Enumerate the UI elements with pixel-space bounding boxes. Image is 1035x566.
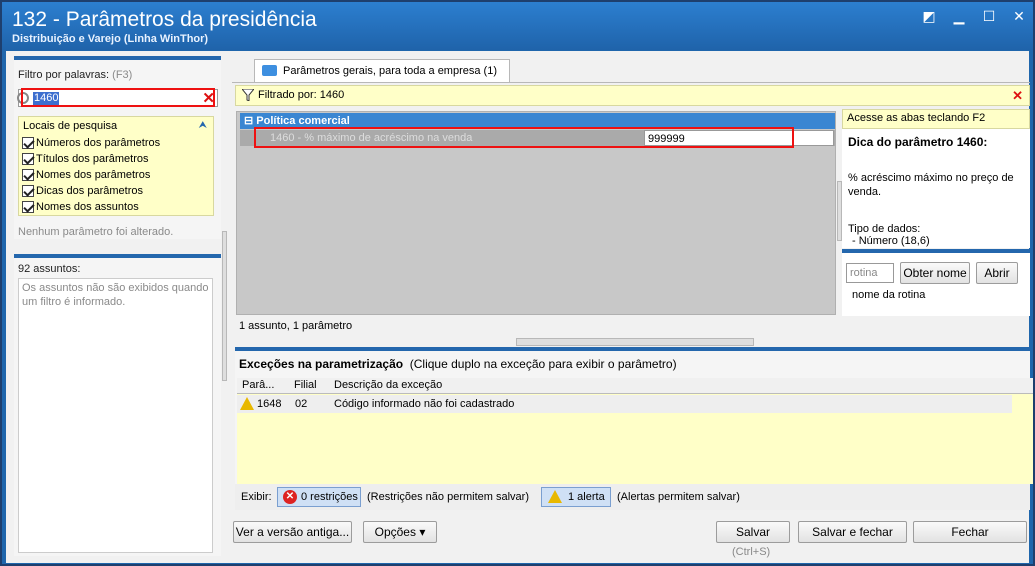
table-row[interactable]: 1648 02 Código informado não foi cadastr… bbox=[237, 395, 1012, 413]
exceptions-table: Parâ... Filial Descrição da exceção 1648… bbox=[237, 378, 1033, 484]
restrictions-badge[interactable]: ✕ 0 restrições bbox=[277, 487, 361, 507]
funnel-icon bbox=[242, 89, 254, 101]
show-bar: Exibir: ✕ 0 restrições (Restrições não p… bbox=[235, 484, 1030, 510]
warning-icon bbox=[548, 490, 562, 503]
get-name-button[interactable]: Obter nome bbox=[900, 262, 970, 284]
subjects-panel: 92 assuntos: Os assuntos não são exibido… bbox=[14, 254, 221, 556]
filter-bar: Filtrado por: 1460 ✕ bbox=[235, 85, 1030, 106]
folder-icon bbox=[262, 65, 277, 76]
subjects-list[interactable]: Os assuntos não são exibidos quando um f… bbox=[18, 278, 213, 553]
save-button[interactable]: Salvar bbox=[716, 521, 790, 543]
exceptions-panel: Exceções na parametrização (Clique duplo… bbox=[235, 347, 1033, 484]
collapse-group-icon[interactable]: ⊟ bbox=[244, 115, 253, 127]
client-area: Filtro por palavras: (F3) 1460 ✕ Locais … bbox=[6, 51, 1033, 563]
filter-panel: Filtro por palavras: (F3) 1460 ✕ Locais … bbox=[14, 56, 221, 239]
options-button[interactable]: Opções ▾ bbox=[363, 521, 437, 543]
param-row[interactable]: 1460 - % máximo de acréscimo na venda 99… bbox=[240, 130, 835, 146]
window-subtitle: Distribuição e Varejo (Linha WinThor) bbox=[12, 33, 209, 45]
checkbox-icon[interactable] bbox=[22, 137, 34, 149]
alerts-badge[interactable]: 1 alerta bbox=[541, 487, 611, 507]
params-grid: ⊟ Política comercial 1460 - % máximo de … bbox=[236, 111, 836, 315]
subjects-count: 92 assuntos: bbox=[18, 263, 81, 275]
save-shortcut: (Ctrl+S) bbox=[732, 546, 771, 558]
save-close-button[interactable]: Salvar e fechar bbox=[798, 521, 907, 543]
checkbox-icon[interactable] bbox=[22, 201, 34, 213]
param-label: 1460 - % máximo de acréscimo na venda bbox=[270, 132, 473, 144]
close-button[interactable]: Fechar bbox=[913, 521, 1027, 543]
routine-name: nome da rotina bbox=[852, 289, 926, 301]
checkbox-icon[interactable] bbox=[22, 153, 34, 165]
close-icon[interactable]: ✕ bbox=[1011, 8, 1027, 25]
column-description[interactable]: Descrição da exceção bbox=[334, 379, 442, 391]
minimize-icon[interactable]: ▁ bbox=[951, 8, 967, 25]
title-bar[interactable]: 132 - Parâmetros da presidência Distribu… bbox=[2, 2, 1033, 50]
collapse-icon[interactable]: ⮝ bbox=[199, 120, 208, 131]
group-row[interactable]: ⊟ Política comercial bbox=[240, 113, 835, 129]
search-places-title: Locais de pesquisa bbox=[23, 120, 118, 132]
search-input[interactable]: 1460 ✕ bbox=[17, 89, 218, 107]
alerts-note: (Alertas permitem salvar) bbox=[617, 491, 740, 503]
exceptions-title: Exceções na parametrização (Clique duplo… bbox=[239, 357, 677, 371]
routine-input[interactable]: rotina bbox=[846, 263, 894, 283]
tip-type: Tipo de dados: - Número (18,6) bbox=[848, 223, 930, 247]
tab-label: Parâmetros gerais, para toda a empresa (… bbox=[283, 65, 497, 77]
maximize-icon[interactable]: ☐ bbox=[981, 8, 997, 25]
search-places-panel: Locais de pesquisa ⮝ Números dos parâmet… bbox=[18, 116, 214, 216]
tip-panel: Dica do parâmetro 1460: % acréscimo máxi… bbox=[842, 129, 1030, 248]
vertical-splitter[interactable] bbox=[222, 231, 227, 381]
right-splitter[interactable] bbox=[837, 181, 842, 241]
no-change-message: Nenhum parâmetro foi alterado. bbox=[18, 226, 174, 238]
open-button[interactable]: Abrir bbox=[976, 262, 1018, 284]
group-label: Política comercial bbox=[256, 115, 350, 127]
filtered-by-label: Filtrado por: 1460 bbox=[258, 89, 345, 101]
error-icon: ✕ bbox=[283, 490, 297, 504]
window-title: 132 - Parâmetros da presidência bbox=[12, 8, 317, 31]
routine-panel: rotina Obter nome Abrir nome da rotina bbox=[842, 249, 1030, 316]
restore-icon[interactable]: ◩ bbox=[921, 8, 937, 25]
subjects-message: Os assuntos não são exibidos quando um f… bbox=[22, 282, 209, 308]
search-value: 1460 bbox=[33, 92, 59, 105]
filter-label: Filtro por palavras: (F3) bbox=[18, 69, 133, 81]
old-version-button[interactable]: Ver a versão antiga... bbox=[233, 521, 352, 543]
search-icon bbox=[17, 92, 29, 104]
tab-general-params[interactable]: Parâmetros gerais, para toda a empresa (… bbox=[254, 59, 510, 83]
checkbox-param-tips[interactable]: Dicas dos parâmetros bbox=[22, 185, 143, 197]
column-param[interactable]: Parâ... bbox=[242, 379, 274, 391]
column-filial[interactable]: Filial bbox=[294, 379, 317, 391]
checkbox-subject-names[interactable]: Nomes dos assuntos bbox=[22, 201, 139, 213]
dropdown-icon: ▾ bbox=[419, 525, 426, 539]
grid-status: 1 assunto, 1 parâmetro bbox=[239, 320, 353, 332]
tabs-hint: Acesse as abas teclando F2 bbox=[842, 109, 1030, 129]
checkbox-param-titles[interactable]: Títulos dos parâmetros bbox=[22, 153, 149, 165]
tip-description: % acréscimo máximo no preço de venda. bbox=[848, 172, 1014, 198]
show-label: Exibir: bbox=[241, 491, 272, 503]
table-header: Parâ... Filial Descrição da exceção bbox=[237, 378, 1033, 394]
horizontal-splitter[interactable] bbox=[516, 338, 754, 346]
restrictions-note: (Restrições não permitem salvar) bbox=[367, 491, 529, 503]
checkbox-icon[interactable] bbox=[22, 185, 34, 197]
remove-filter-icon[interactable]: ✕ bbox=[1012, 88, 1023, 104]
checkbox-param-names[interactable]: Nomes dos parâmetros bbox=[22, 169, 150, 181]
param-value-input[interactable]: 999999 bbox=[644, 130, 834, 146]
tip-title: Dica do parâmetro 1460: bbox=[848, 135, 988, 149]
clear-search-icon[interactable]: ✕ bbox=[202, 89, 215, 107]
checkbox-param-numbers[interactable]: Números dos parâmetros bbox=[22, 137, 160, 149]
app-window: 132 - Parâmetros da presidência Distribu… bbox=[0, 0, 1035, 566]
warning-icon bbox=[240, 397, 254, 410]
filter-shortcut: (F3) bbox=[112, 69, 133, 81]
checkbox-icon[interactable] bbox=[22, 169, 34, 181]
